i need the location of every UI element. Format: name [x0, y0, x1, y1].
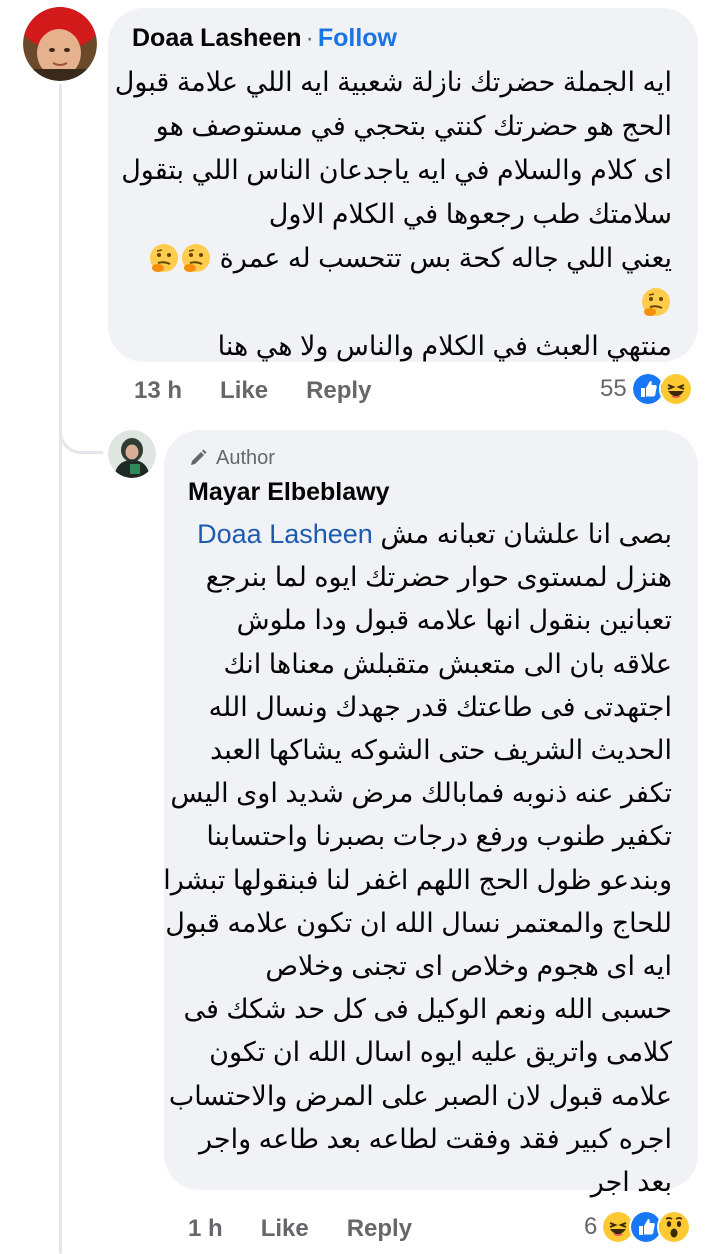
reply-line: كلامى واتريق عليه ايوه اسال الله ان تكون	[209, 1037, 672, 1068]
thinking-face-emoji-icon	[642, 288, 670, 316]
reply-line: علاقه بان الى متعبش متقبلش معناها انك	[223, 648, 673, 679]
follow-button[interactable]: Follow	[318, 24, 397, 52]
reaction-count: 6	[584, 1213, 598, 1240]
author-badge-label: Author	[216, 446, 275, 469]
reply-line: وبندعو ظول الحج اللهم اغفر لنا فبنقولها …	[163, 864, 672, 895]
reply-line: الحديث الشريف حتى الشوكه يشاكها العبد	[210, 735, 672, 766]
reply-line: حسبى الله ونعم الوكيل فى كل حد شكك فى	[183, 994, 672, 1025]
avatar[interactable]	[23, 7, 97, 81]
reply-first-line: بصى انا علشان تعبانه مش Doaa Lasheen	[188, 513, 672, 556]
thinking-face-emoji-icon	[150, 244, 179, 272]
reply-text: بصى انا علشان تعبانه مش Doaa Lasheen هنز…	[163, 513, 673, 1204]
reply-line: بعد اجر	[590, 1167, 672, 1198]
reply-author-name[interactable]: Mayar Elbeblawy	[188, 476, 672, 508]
reply-actions: 1 h Like Reply	[188, 1212, 450, 1246]
comment-line: اى كلام والسلام في ايه ياجدعان الناس الل…	[121, 155, 672, 185]
author-badge: Author	[188, 444, 672, 472]
comment-line: منتهي العبث في الكلام والناس ولا هي هنا	[217, 331, 672, 361]
comment-line-with-emoji: يعني اللي جاله كحة بس تتحسب له عمرة	[132, 236, 672, 280]
reply-line: تكفير طنوب ورفع درجات بصبرنا واحتسابنا	[206, 821, 672, 852]
reaction-summary[interactable]: 6	[584, 1210, 692, 1244]
pencil-icon	[191, 449, 207, 465]
avatar[interactable]	[108, 430, 156, 478]
comment-actions: 13 h Like Reply	[134, 374, 409, 408]
reply-timestamp[interactable]: 1 h	[188, 1215, 223, 1243]
reply-line: تكفر عنه ذنوبه فمابالك مرض شديد اوى اليس	[170, 778, 672, 809]
comment-line: يعني اللي جاله كحة بس تتحسب له عمرة	[219, 243, 672, 273]
comment-timestamp[interactable]: 13 h	[134, 377, 182, 405]
comment-text: ايه الجملة حضرتك نازلة شعبية ايه اللي عل…	[114, 60, 672, 368]
reaction-count: 55	[600, 375, 627, 402]
comment-line: ايه الجملة حضرتك نازلة شعبية ايه اللي عل…	[114, 67, 672, 97]
mention-link[interactable]: Doaa Lasheen	[197, 519, 373, 549]
comment-line: الحج هو حضرتك كنتي بتحجي في مستوصف هو	[155, 111, 672, 141]
like-button[interactable]: Like	[261, 1215, 309, 1243]
thinking-face-emoji-icon	[182, 244, 211, 272]
reply-line: بصى انا علشان تعبانه مش	[380, 519, 672, 549]
comment-line: سلامتك طب رجعوها في الكلام الاول	[268, 199, 672, 229]
reply-line: علامه قبول لان الصبر على المرض والاحتساب	[168, 1080, 672, 1111]
reply-line: اجره كبير فقد وفقت لطاعه بعد طاعه واجر	[199, 1123, 672, 1154]
comment-author-name[interactable]: Doaa Lasheen	[132, 24, 302, 52]
reply-bubble: Author Mayar Elbeblawy بصى انا علشان تعب…	[163, 430, 698, 1197]
haha-icon	[658, 372, 693, 406]
reply-line: اجتهدتى فى طاعتك قدر جهدك ونسال الله	[208, 691, 672, 722]
reply-line: للحاج والمعتمر نسال الله ان تكون علامه ق…	[165, 907, 672, 938]
thread-connector-elbow	[59, 410, 103, 454]
comment-bubble: Doaa Lasheen · Follow ايه الجملة حضرتك ناز…	[108, 8, 698, 362]
reply-button[interactable]: Reply	[347, 1215, 412, 1243]
comment-header: Doaa Lasheen · Follow	[132, 22, 672, 54]
reply-line: هنزل لمستوى حوار حضرتك ايوه لما بنرجع	[205, 562, 672, 593]
reply-line: ايه اى هجوم وخلاص اى تجنى وخلاص	[265, 951, 672, 982]
thread-connector-line	[59, 84, 62, 1254]
comment-line-emoji-only	[132, 280, 672, 324]
like-button[interactable]: Like	[220, 377, 268, 405]
wow-icon	[657, 1210, 692, 1244]
reply-button[interactable]: Reply	[306, 377, 371, 405]
reaction-summary[interactable]: 55	[600, 372, 693, 406]
reply-line: تعبانين بنقول انها علامه قبول ودا ملوش	[236, 605, 672, 636]
separator-dot: ·	[305, 24, 314, 52]
